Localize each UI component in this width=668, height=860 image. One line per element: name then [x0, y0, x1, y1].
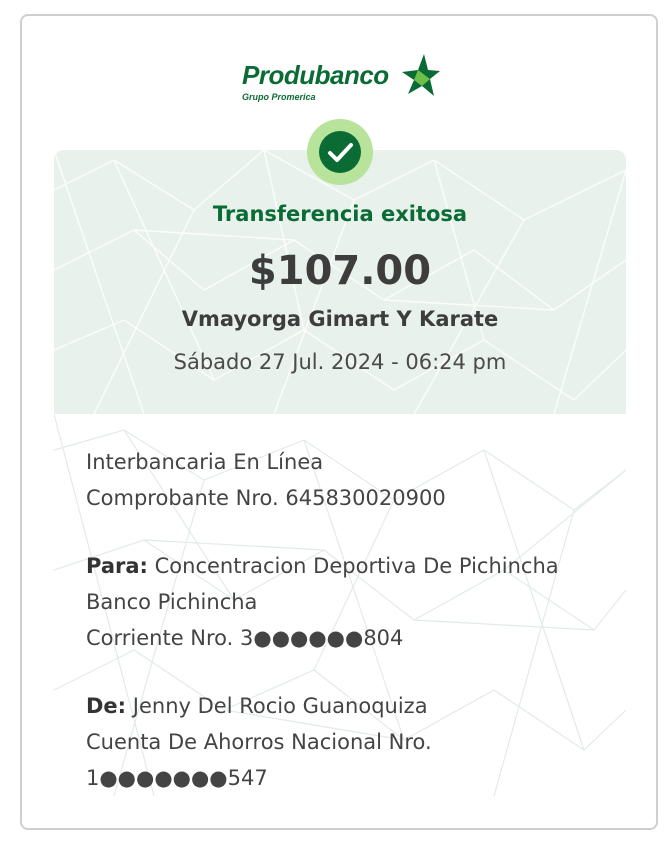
sender-account-number: 1●●●●●●●547 [86, 766, 268, 790]
voucher-number: Comprobante Nro. 645830020900 [86, 486, 446, 510]
recipient-name: Concentracion Deportiva De Pichincha [154, 554, 559, 578]
recipient-row: Para: Concentracion Deportiva De Pichinc… [86, 554, 559, 578]
beneficiary-name: Vmayorga Gimart Y Karate [181, 307, 499, 331]
transfer-amount: $107.00 [248, 248, 432, 294]
recipient-label: Para: [86, 554, 148, 578]
logo-subtitle: Grupo Promerica [242, 92, 316, 102]
produbanco-logo: Produbanco Grupo Promerica [240, 52, 450, 106]
sender-label: De: [86, 694, 127, 718]
star-icon [402, 54, 440, 96]
sender-name: Jenny Del Rocio Guanoquiza [132, 694, 428, 718]
transfer-status: Transferencia exitosa [212, 202, 468, 226]
logo-wordmark: Produbanco [242, 60, 389, 90]
transfer-datetime: Sábado 27 Jul. 2024 - 06:24 pm [173, 350, 507, 374]
recipient-account: Corriente Nro. 3●●●●●●804 [86, 626, 404, 650]
check-circle-icon [307, 119, 373, 185]
sender-account-type: Cuenta De Ahorros Nacional Nro. [86, 730, 432, 754]
recipient-bank: Banco Pichincha [86, 590, 258, 614]
transfer-type: Interbancaria En Línea [86, 450, 324, 474]
sender-row: De: Jenny Del Rocio Guanoquiza [86, 694, 428, 718]
